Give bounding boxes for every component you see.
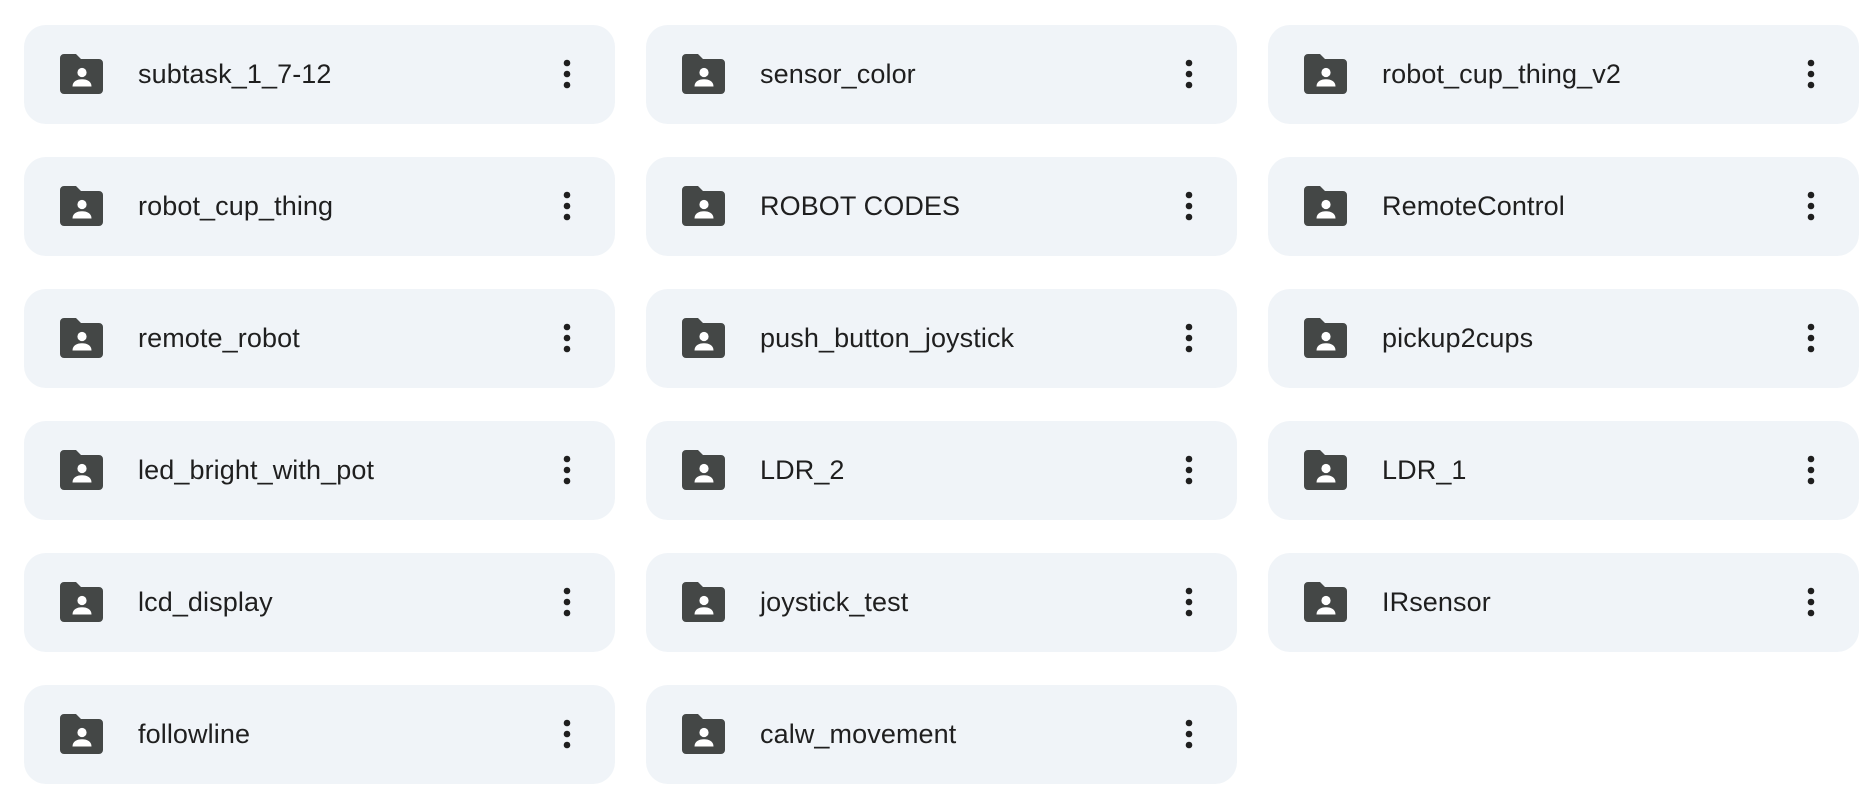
folder-name: followline (138, 719, 251, 749)
folder-name: calw_movement (760, 719, 957, 749)
shared-folder-icon (1304, 186, 1347, 226)
folder-card[interactable]: ROBOT CODES (646, 157, 1237, 256)
more-actions-button[interactable] (1165, 314, 1213, 362)
shared-folder-icon (1304, 450, 1347, 490)
shared-folder-icon (682, 186, 725, 226)
shared-folder-icon (682, 450, 725, 490)
folder-name: LDR_1 (1382, 455, 1467, 485)
more-vert-icon (563, 191, 571, 221)
folder-card[interactable]: subtask_1_7-12 (24, 25, 615, 124)
more-actions-button[interactable] (543, 314, 591, 362)
folder-name: robot_cup_thing_v2 (1382, 59, 1621, 89)
folder-name: lcd_display (138, 587, 273, 617)
folder-card[interactable]: remote_robot (24, 289, 615, 388)
folder-name: LDR_2 (760, 455, 845, 485)
more-vert-icon (1807, 191, 1815, 221)
more-actions-button[interactable] (1787, 182, 1835, 230)
more-actions-button[interactable] (1787, 578, 1835, 626)
more-actions-button[interactable] (1787, 314, 1835, 362)
more-vert-icon (1185, 719, 1193, 749)
shared-folder-icon (682, 714, 725, 754)
folder-card[interactable]: pickup2cups (1268, 289, 1859, 388)
folder-card[interactable]: led_bright_with_pot (24, 421, 615, 520)
more-actions-button[interactable] (1165, 446, 1213, 494)
folder-card[interactable]: sensor_color (646, 25, 1237, 124)
more-vert-icon (563, 59, 571, 89)
folder-grid: subtask_1_7-12 sensor_color robot_cup_th… (24, 25, 1859, 784)
folder-name: pickup2cups (1382, 323, 1534, 353)
folder-card[interactable]: LDR_2 (646, 421, 1237, 520)
more-vert-icon (1185, 587, 1193, 617)
folder-card[interactable]: IRsensor (1268, 553, 1859, 652)
more-vert-icon (1807, 59, 1815, 89)
folder-name: robot_cup_thing (138, 191, 334, 221)
more-vert-icon (1185, 455, 1193, 485)
more-actions-button[interactable] (543, 578, 591, 626)
more-actions-button[interactable] (543, 446, 591, 494)
shared-folder-icon (60, 54, 103, 94)
more-actions-button[interactable] (543, 710, 591, 758)
shared-folder-icon (60, 318, 103, 358)
folder-name: led_bright_with_pot (138, 455, 375, 485)
shared-folder-icon (1304, 318, 1347, 358)
more-vert-icon (1185, 323, 1193, 353)
more-actions-button[interactable] (1787, 446, 1835, 494)
more-vert-icon (563, 323, 571, 353)
folder-name: subtask_1_7-12 (138, 59, 332, 89)
more-actions-button[interactable] (543, 50, 591, 98)
folder-name: sensor_color (760, 59, 916, 89)
shared-folder-icon (682, 54, 725, 94)
more-vert-icon (1807, 587, 1815, 617)
more-actions-button[interactable] (543, 182, 591, 230)
shared-folder-icon (60, 714, 103, 754)
shared-folder-icon (60, 450, 103, 490)
folder-card[interactable]: push_button_joystick (646, 289, 1237, 388)
shared-folder-icon (682, 318, 725, 358)
more-actions-button[interactable] (1165, 182, 1213, 230)
folder-card[interactable]: robot_cup_thing (24, 157, 615, 256)
more-actions-button[interactable] (1165, 50, 1213, 98)
shared-folder-icon (60, 582, 103, 622)
more-vert-icon (563, 587, 571, 617)
more-vert-icon (1185, 191, 1193, 221)
shared-folder-icon (60, 186, 103, 226)
shared-folder-icon (682, 582, 725, 622)
folder-name: remote_robot (138, 323, 300, 353)
folder-card[interactable]: robot_cup_thing_v2 (1268, 25, 1859, 124)
more-vert-icon (563, 719, 571, 749)
more-vert-icon (563, 455, 571, 485)
shared-folder-icon (1304, 54, 1347, 94)
more-vert-icon (1807, 323, 1815, 353)
more-vert-icon (1185, 59, 1193, 89)
folder-name: joystick_test (760, 587, 909, 617)
more-vert-icon (1807, 455, 1815, 485)
more-actions-button[interactable] (1165, 578, 1213, 626)
folder-name: IRsensor (1382, 587, 1491, 617)
folder-card[interactable]: lcd_display (24, 553, 615, 652)
more-actions-button[interactable] (1165, 710, 1213, 758)
folder-name: RemoteControl (1382, 191, 1565, 221)
folder-name: ROBOT CODES (760, 191, 961, 221)
folder-card[interactable]: calw_movement (646, 685, 1237, 784)
folder-card[interactable]: RemoteControl (1268, 157, 1859, 256)
folder-card[interactable]: followline (24, 685, 615, 784)
more-actions-button[interactable] (1787, 50, 1835, 98)
folder-card[interactable]: joystick_test (646, 553, 1237, 652)
shared-folder-icon (1304, 582, 1347, 622)
folder-name: push_button_joystick (760, 323, 1015, 353)
folder-card[interactable]: LDR_1 (1268, 421, 1859, 520)
